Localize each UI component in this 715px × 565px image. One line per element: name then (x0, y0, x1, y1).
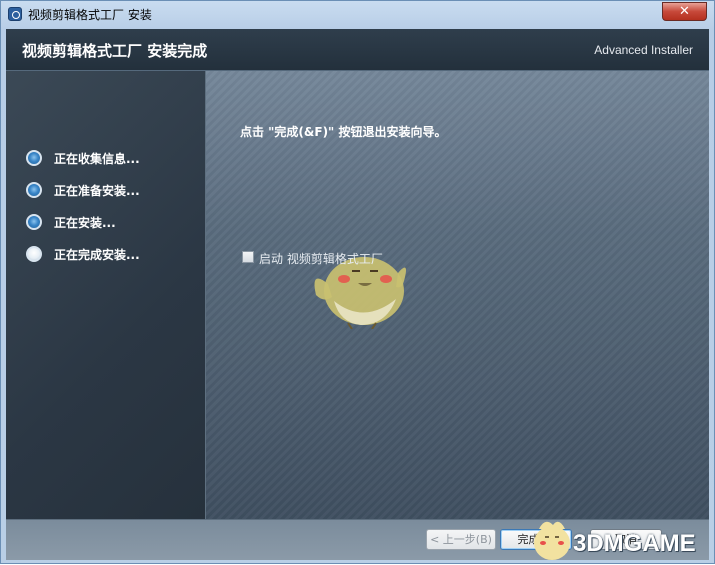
page-title: 视频剪辑格式工厂 安装完成 (22, 42, 208, 60)
main-content: 点击 "完成(&F)" 按钮退出安装向导。 启动 视频剪辑格式工厂 (206, 71, 709, 519)
mascot-watermark-icon (534, 521, 570, 560)
app-icon (8, 7, 22, 21)
step-done-icon (26, 214, 42, 230)
window-title: 视频剪辑格式工厂 安装 (28, 8, 152, 22)
close-icon: ✕ (679, 4, 690, 19)
finish-instruction: 点击 "完成(&F)" 按钮退出安装向导。 (240, 125, 447, 139)
close-button[interactable]: ✕ (662, 2, 707, 21)
step-label: 正在安装... (54, 216, 116, 230)
back-button[interactable]: < 上一步(B) (426, 529, 496, 550)
step-done-icon (26, 150, 42, 166)
step-current-icon (26, 246, 42, 262)
bird-mascot-icon (306, 229, 416, 330)
step-label: 正在收集信息... (54, 152, 140, 166)
step-label: 正在完成安装... (54, 248, 140, 262)
launch-checkbox[interactable] (242, 251, 254, 263)
step-done-icon (26, 182, 42, 198)
steps-panel: 正在收集信息... 正在准备安装... 正在安装... 正在完成安装... (6, 71, 206, 519)
watermark-text: 3DMGAME (573, 530, 696, 557)
launch-checkbox-label[interactable]: 启动 视频剪辑格式工厂 (259, 250, 383, 267)
title-bar[interactable]: 视频剪辑格式工厂 安装 ✕ (1, 1, 714, 29)
step-label: 正在准备安装... (54, 184, 140, 198)
header-banner: 视频剪辑格式工厂 安装完成 Advanced Installer (6, 29, 709, 71)
installer-window: 视频剪辑格式工厂 安装 ✕ 视频剪辑格式工厂 安装完成 Advanced Ins… (0, 0, 715, 564)
brand-label: Advanced Installer (594, 43, 693, 57)
site-watermark: 3DMGAME (521, 513, 715, 565)
